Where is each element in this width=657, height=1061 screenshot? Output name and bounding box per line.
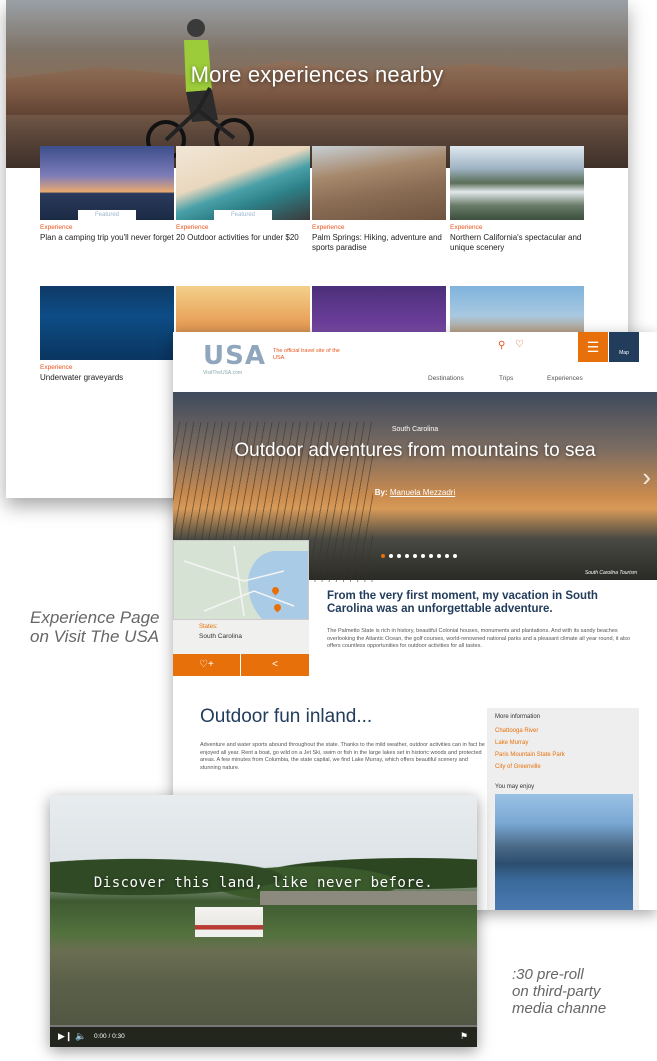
logo-url: VisitTheUSA.com bbox=[203, 370, 243, 376]
map-button[interactable]: Map bbox=[609, 332, 639, 362]
top-navigation: USA VisitTheUSA.com The official travel … bbox=[173, 332, 657, 392]
video-bridge bbox=[260, 891, 477, 905]
heart-plus-icon: ♡+ bbox=[199, 659, 214, 670]
card-title[interactable]: Northern California's spectacular and un… bbox=[450, 233, 584, 253]
play-icon[interactable]: ▶❙ bbox=[58, 1031, 72, 1042]
card-title[interactable]: Plan a camping trip you'll never forget bbox=[40, 233, 174, 243]
state-label: States: bbox=[199, 624, 218, 630]
slide-dot[interactable] bbox=[445, 554, 449, 558]
featured-badge: Featured bbox=[214, 210, 272, 220]
video-frame bbox=[50, 795, 477, 1047]
featured-badge: Featured bbox=[78, 210, 136, 220]
favorite-button[interactable]: ♡+ bbox=[173, 654, 241, 676]
fjord-image[interactable] bbox=[495, 794, 633, 910]
map-label: Map bbox=[619, 350, 629, 356]
card-image-outdoor-activities: Featured bbox=[176, 146, 310, 220]
menu-icon[interactable]: ☰ bbox=[578, 332, 608, 362]
section-body: Adventure and water sports abound throug… bbox=[200, 742, 485, 771]
card-image-northern-california bbox=[450, 146, 584, 220]
slide-dot[interactable] bbox=[437, 554, 441, 558]
experience-card[interactable]: Featured Experience 20 Outdoor activitie… bbox=[176, 146, 310, 243]
card-image-camping: Featured bbox=[40, 146, 174, 220]
photo-credit: South Carolina Tourism bbox=[584, 570, 637, 576]
volume-icon[interactable]: 🔈 bbox=[75, 1031, 86, 1042]
nav-destinations[interactable]: Destinations bbox=[428, 375, 464, 382]
sidebar-link[interactable]: Chattooga River bbox=[495, 728, 538, 734]
caption-experience-page: Experience Page on Visit The USA bbox=[30, 608, 160, 646]
slide-dot[interactable] bbox=[405, 554, 409, 558]
intro-body: The Palmetto State is rich in history, b… bbox=[327, 628, 630, 649]
caption-line: on third-party bbox=[512, 983, 601, 1000]
hero-image-biker: More experiences nearby bbox=[6, 0, 628, 168]
experience-card[interactable]: Featured Experience Plan a camping trip … bbox=[40, 146, 174, 243]
experience-card[interactable]: Experience Northern California's spectac… bbox=[450, 146, 584, 253]
video-caption: Discover this land, like never before. bbox=[93, 875, 434, 891]
card-category: Experience bbox=[312, 224, 345, 231]
card-category: Experience bbox=[40, 364, 73, 371]
location-map[interactable] bbox=[173, 540, 309, 620]
slide-dot[interactable] bbox=[381, 554, 385, 558]
usa-logo[interactable]: USA bbox=[203, 341, 266, 371]
experience-card[interactable]: Experience Palm Springs: Hiking, adventu… bbox=[312, 146, 446, 253]
slide-dot[interactable] bbox=[453, 554, 457, 558]
byline-prefix: By: bbox=[374, 488, 388, 497]
card-image-palm-springs bbox=[312, 146, 446, 220]
section-heading: Outdoor fun inland... bbox=[200, 706, 373, 727]
lead-paragraph: From the very first moment, my vacation … bbox=[327, 590, 598, 615]
slide-dot[interactable] bbox=[397, 554, 401, 558]
card-image-underwater bbox=[40, 286, 174, 360]
nav-trips[interactable]: Trips bbox=[499, 375, 513, 382]
hero-state: South Carolina bbox=[391, 426, 439, 433]
hero-byline: By: Manuela Mezzadri bbox=[173, 488, 657, 497]
heart-icon[interactable]: ♡ bbox=[515, 339, 524, 350]
state-value: South Carolina bbox=[199, 633, 242, 640]
share-icon: < bbox=[272, 659, 278, 670]
video-player[interactable]: Discover this land, like never before. ▶… bbox=[50, 795, 477, 1047]
sidebar-link[interactable]: Lake Murray bbox=[495, 740, 528, 746]
search-icon[interactable]: ⚲ bbox=[498, 340, 505, 351]
tagline: The official travel site of the USA. bbox=[273, 348, 340, 361]
sidebar-heading: More information bbox=[495, 714, 541, 720]
slide-dot[interactable] bbox=[413, 554, 417, 558]
you-may-enjoy-label: You may enjoy bbox=[495, 784, 535, 790]
slide-indicators bbox=[381, 554, 457, 558]
video-boat bbox=[195, 907, 263, 937]
card-title[interactable]: Palm Springs: Hiking, adventure and spor… bbox=[312, 233, 446, 253]
card-category: Experience bbox=[176, 224, 209, 231]
caption-pre-roll: :30 pre-roll on third-party media channe bbox=[512, 966, 657, 1017]
card-title[interactable]: 20 Outdoor activities for under $20 bbox=[176, 233, 310, 243]
card-category: Experience bbox=[40, 224, 73, 231]
hero-title: Outdoor adventures from mountains to sea bbox=[234, 440, 596, 461]
sidebar-link[interactable]: City of Greenville bbox=[495, 764, 541, 770]
slide-dot[interactable] bbox=[389, 554, 393, 558]
video-time: 0:00 / 0:30 bbox=[94, 1033, 125, 1040]
caption-line: media channe bbox=[512, 1000, 607, 1017]
share-button[interactable]: < bbox=[241, 654, 309, 676]
caption-line: :30 pre-roll bbox=[512, 966, 584, 983]
card-category: Experience bbox=[450, 224, 483, 231]
flag-icon[interactable]: ⚑ bbox=[460, 1031, 468, 1042]
slide-dot[interactable] bbox=[421, 554, 425, 558]
card-title[interactable]: Underwater graveyards bbox=[40, 373, 174, 383]
experience-card[interactable]: Experience Underwater graveyards bbox=[40, 286, 174, 383]
section-title: More experiences nearby bbox=[190, 62, 444, 87]
slide-dot[interactable] bbox=[429, 554, 433, 558]
map-roads bbox=[183, 545, 295, 617]
author-link[interactable]: Manuela Mezzadri bbox=[390, 488, 455, 497]
chevron-right-icon[interactable]: › bbox=[642, 462, 651, 493]
sidebar-link[interactable]: Paris Mountain State Park bbox=[495, 752, 565, 758]
nav-experiences[interactable]: Experiences bbox=[547, 375, 583, 382]
